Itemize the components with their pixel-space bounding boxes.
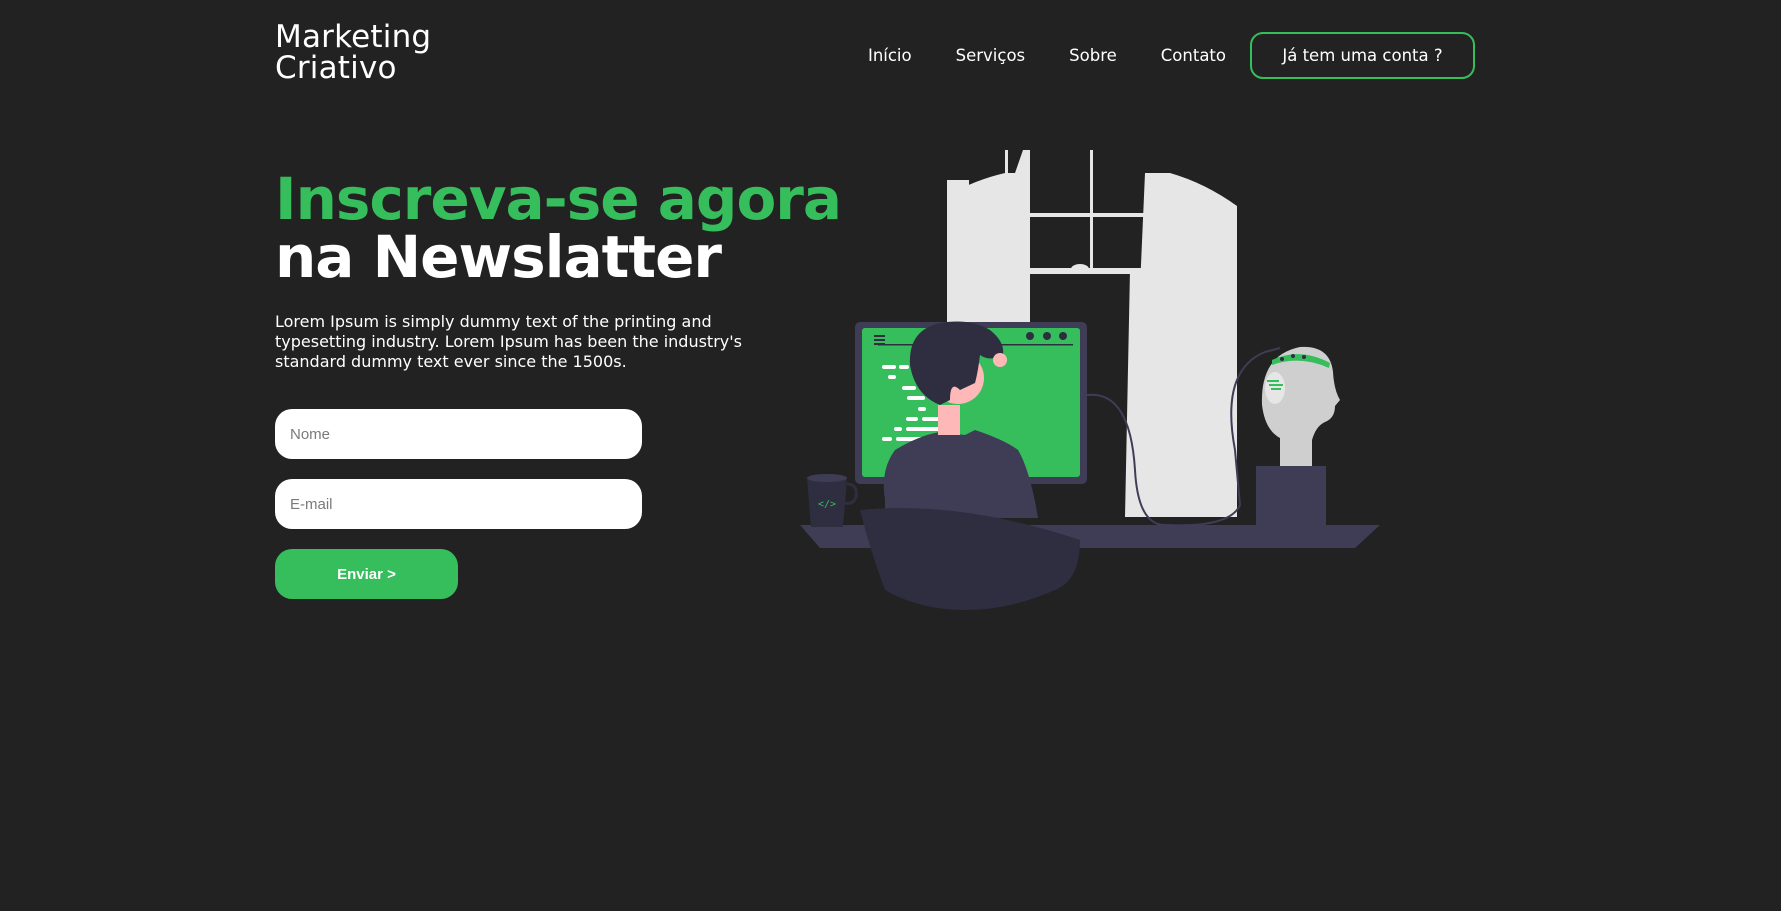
logo-line-1: Marketing (275, 19, 432, 55)
office-chair (860, 508, 1080, 610)
name-input[interactable] (275, 409, 642, 459)
mug-code-label: </> (818, 499, 836, 510)
nav-link-servicos[interactable]: Serviços (956, 46, 1026, 65)
hero-title: Inscreva-se agora na Newslatter (275, 165, 842, 291)
email-input[interactable] (275, 479, 642, 529)
main-nav: Início Serviços Sobre Contato Já tem uma… (868, 32, 1475, 79)
hero-description: Lorem Ipsum is simply dummy text of the … (275, 312, 742, 371)
developer-illustration: </> (800, 150, 1380, 610)
coffee-mug: </> (807, 474, 858, 527)
nav-link-inicio[interactable]: Início (868, 46, 912, 65)
logo-line-2: Criativo (275, 50, 397, 86)
login-button[interactable]: Já tem uma conta ? (1250, 32, 1475, 79)
hero-title-main: na Newslatter (275, 223, 722, 291)
logo[interactable]: Marketing Criativo (275, 22, 431, 84)
submit-button[interactable]: Enviar > (275, 549, 458, 599)
page: Marketing Criativo Início Serviços Sobre… (0, 0, 1781, 911)
nav-link-sobre[interactable]: Sobre (1069, 46, 1117, 65)
head-bust (1256, 346, 1340, 527)
nav-link-contato[interactable]: Contato (1161, 46, 1226, 65)
hero-title-highlight: Inscreva-se agora (275, 165, 842, 233)
